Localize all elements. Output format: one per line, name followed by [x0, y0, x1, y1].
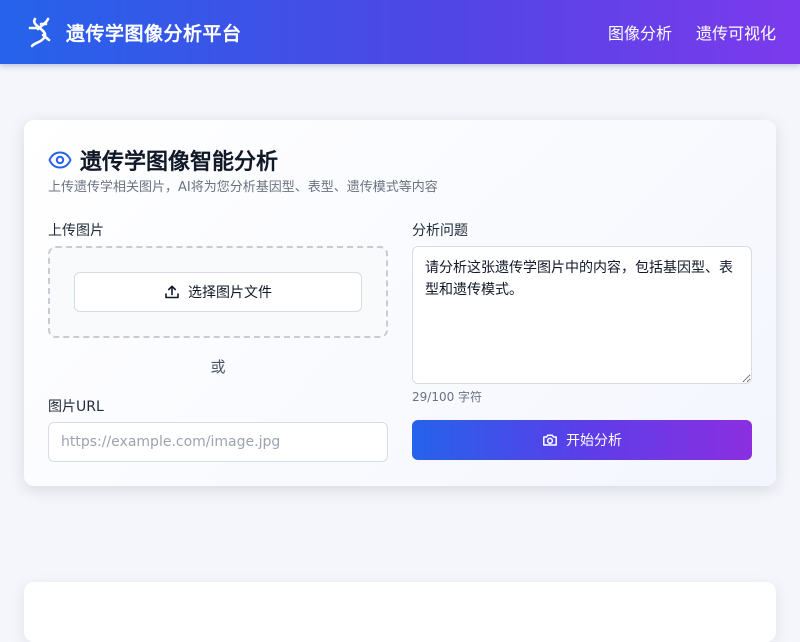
question-label: 分析问题: [412, 223, 468, 239]
results-card: [24, 582, 776, 642]
card-subtitle: 上传遗传学相关图片，AI将为您分析基因型、表型、遗传模式等内容: [48, 180, 438, 195]
eye-icon: [48, 148, 72, 172]
upload-icon: [164, 284, 180, 300]
or-divider: 或: [210, 358, 226, 376]
start-analysis-label: 开始分析: [566, 432, 622, 448]
upload-dropzone[interactable]: 选择图片文件: [48, 246, 388, 338]
brand[interactable]: 遗传学图像分析平台: [24, 16, 242, 48]
image-url-input[interactable]: [48, 422, 388, 462]
nav-link-image-analysis[interactable]: 图像分析: [608, 20, 672, 44]
image-url-label: 图片URL: [48, 399, 104, 415]
card-title: 遗传学图像智能分析: [80, 150, 279, 175]
camera-icon: [542, 432, 558, 448]
brand-title: 遗传学图像分析平台: [66, 22, 242, 45]
char-count: 29/100 字符: [412, 390, 483, 404]
choose-image-button[interactable]: 选择图片文件: [74, 272, 362, 312]
upload-label: 上传图片: [48, 223, 104, 239]
start-analysis-button[interactable]: 开始分析: [412, 420, 752, 460]
analysis-card: 遗传学图像智能分析 上传遗传学相关图片，AI将为您分析基因型、表型、遗传模式等内…: [24, 120, 776, 486]
nav-link-genetic-visualization[interactable]: 遗传可视化: [696, 20, 776, 44]
main-nav: 图像分析 遗传可视化: [608, 20, 776, 44]
question-textarea[interactable]: [412, 246, 752, 384]
top-navbar: 遗传学图像分析平台 图像分析 遗传可视化: [0, 0, 800, 64]
dna-icon: [24, 16, 56, 48]
choose-image-button-label: 选择图片文件: [188, 285, 272, 301]
card-title-row: 遗传学图像智能分析: [48, 144, 278, 176]
